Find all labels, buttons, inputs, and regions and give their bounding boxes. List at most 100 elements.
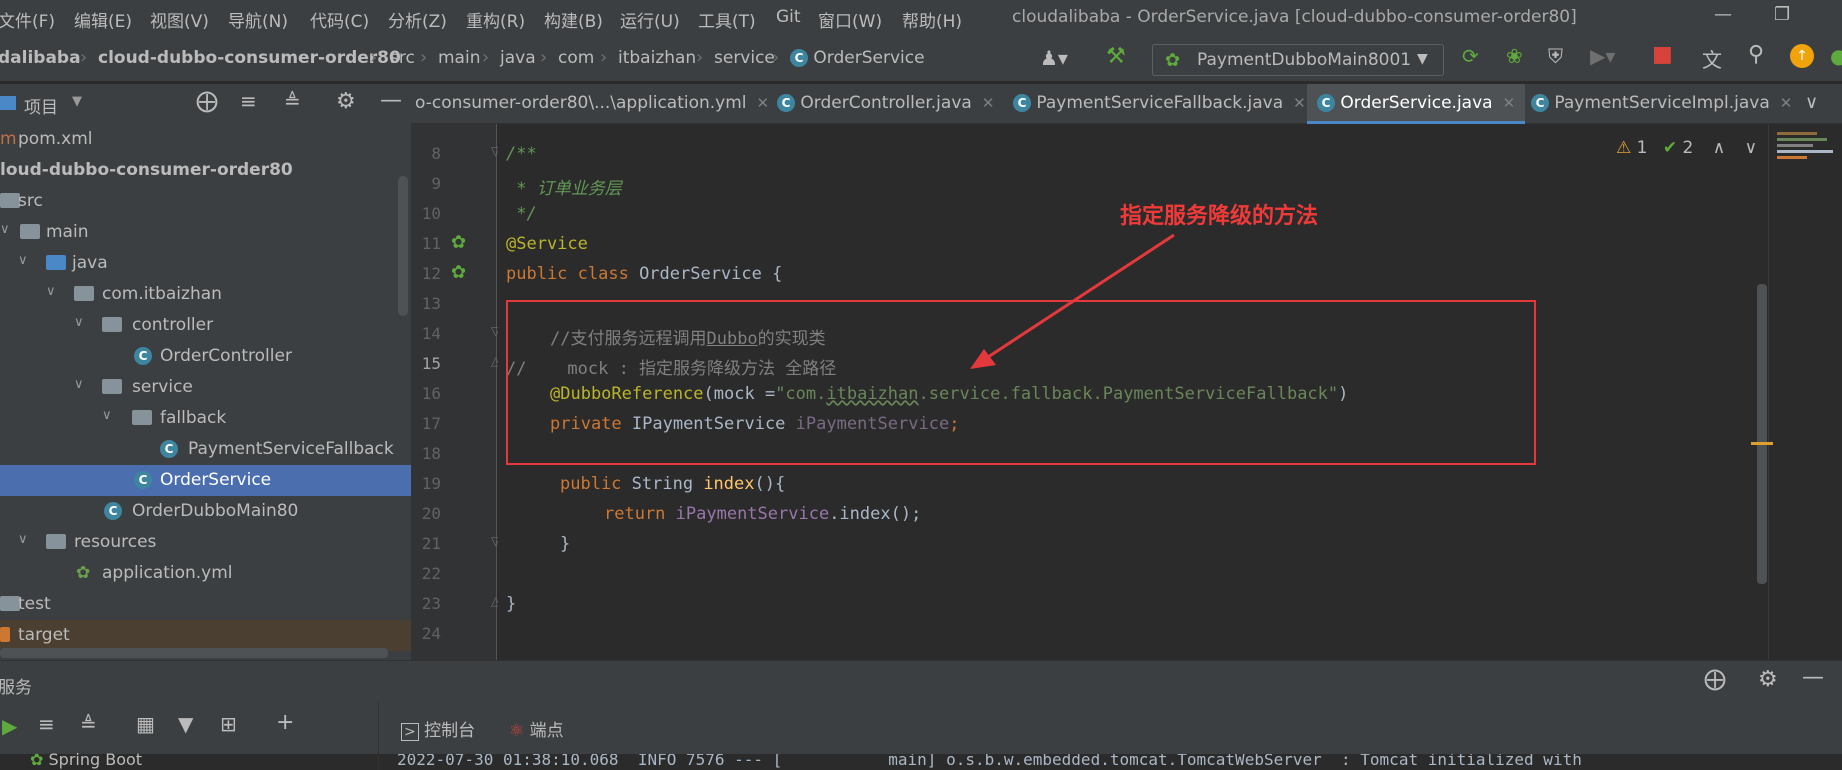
chevron-down-icon[interactable]: ∨: [0, 222, 10, 237]
tree-item-orderdubbomain80[interactable]: C OrderDubboMain80: [0, 496, 411, 527]
restore-icon[interactable]: ❐: [1774, 4, 1790, 25]
debug-icon[interactable]: ❀: [1506, 44, 1523, 68]
filter-icon[interactable]: ▼: [178, 712, 193, 736]
breadcrumb-main[interactable]: main: [438, 48, 480, 68]
tree-item-test[interactable]: test: [0, 589, 411, 620]
user-icon[interactable]: ♟▾: [1040, 46, 1068, 70]
hide-icon[interactable]: —: [1802, 665, 1824, 690]
menu-run[interactable]: 运行(U): [620, 7, 680, 32]
menu-navigate[interactable]: 导航(N): [228, 7, 288, 32]
code-minimap[interactable]: [1768, 124, 1842, 660]
console-output[interactable]: 2022-07-30 01:38:10.068 INFO 7576 --- [ …: [378, 754, 1842, 770]
services-tree-item-spring-boot[interactable]: ✿ Spring Boot: [30, 750, 142, 769]
menu-build[interactable]: 构建(B): [544, 7, 603, 32]
collapse-all-icon[interactable]: ≜: [284, 89, 301, 113]
gear-icon[interactable]: ⚙: [1758, 667, 1778, 692]
menu-help[interactable]: 帮助(H): [902, 7, 962, 32]
tree-item-module[interactable]: loud-dubbo-consumer-order80: [0, 155, 411, 186]
stop-icon[interactable]: ■: [1652, 42, 1673, 67]
new-tab-icon[interactable]: ⊞: [220, 712, 237, 736]
collapse-all-icon[interactable]: ≜: [80, 712, 97, 736]
breadcrumb-com[interactable]: com: [558, 48, 594, 68]
add-icon[interactable]: +: [276, 710, 294, 735]
minimize-icon[interactable]: —: [1714, 4, 1732, 25]
rerun-icon[interactable]: ⟳: [1462, 44, 1479, 68]
group-icon[interactable]: ▦: [136, 712, 155, 736]
coverage-icon[interactable]: ⛨: [1548, 44, 1563, 68]
translate-icon[interactable]: 文: [1702, 44, 1722, 73]
chevron-down-icon[interactable]: ∨: [18, 253, 28, 268]
menu-refactor[interactable]: 重构(R): [466, 7, 525, 32]
breadcrumb-module[interactable]: cloud-dubbo-consumer-order80: [98, 48, 401, 68]
tree-item-application-yml[interactable]: ✿ application.yml: [0, 558, 411, 589]
menu-code[interactable]: 代码(C): [310, 7, 369, 32]
menu-tools[interactable]: 工具(T): [698, 7, 756, 32]
tree-item-fallback[interactable]: ∨ fallback: [0, 403, 411, 434]
plugin-icon[interactable]: ●: [1830, 44, 1842, 68]
menu-view[interactable]: 视图(V): [150, 7, 209, 32]
inspection-widget[interactable]: ⚠ 1 ✔ 2 ∧ ∨: [1616, 138, 1757, 158]
spring-bean-icon[interactable]: ✿: [451, 232, 466, 253]
chevron-down-icon[interactable]: ∨: [74, 315, 84, 330]
chevron-down-icon[interactable]: ∨: [1805, 92, 1818, 113]
expand-all-icon[interactable]: ≡: [240, 89, 257, 113]
menu-file[interactable]: 文件(F): [0, 7, 55, 32]
profile-icon[interactable]: ▶▾: [1590, 44, 1615, 68]
chevron-down-icon[interactable]: ∨: [1745, 138, 1757, 158]
tree-item-resources[interactable]: ∨ resources: [0, 527, 411, 558]
tree-item-pom[interactable]: m pom.xml: [0, 124, 411, 155]
breadcrumb-project[interactable]: dalibaba: [0, 48, 81, 68]
tree-item-paymentservicefallback[interactable]: C PaymentServiceFallback: [0, 434, 411, 465]
chevron-down-icon[interactable]: ∨: [18, 532, 28, 547]
close-icon[interactable]: ✕: [982, 94, 995, 112]
tree-item-main[interactable]: ∨ main: [0, 217, 411, 248]
menu-window[interactable]: 窗口(W): [818, 7, 882, 32]
breadcrumb-itbaizhan[interactable]: itbaizhan: [618, 48, 696, 68]
editor-scrollbar[interactable]: [1757, 284, 1767, 584]
tab-application-yml[interactable]: o-consumer-order80\...\application.yml ✕: [415, 84, 769, 124]
chevron-down-icon[interactable]: ∨: [102, 408, 112, 423]
tree-item-ordercontroller[interactable]: C OrderController: [0, 341, 411, 372]
project-tree-scrollbar[interactable]: [398, 176, 408, 316]
project-tree-horizontal-scrollbar[interactable]: [0, 648, 388, 658]
build-hammer-icon[interactable]: ⚒: [1106, 44, 1126, 69]
run-configuration-select[interactable]: ✿ PaymentDubboMain8001 ▼: [1152, 44, 1444, 76]
locate-icon[interactable]: ⨁: [1704, 667, 1726, 692]
search-icon[interactable]: ⚲: [1748, 42, 1764, 67]
tree-item-controller[interactable]: ∨ controller: [0, 310, 411, 341]
menu-git[interactable]: Git: [776, 7, 801, 27]
project-panel-title[interactable]: 项目: [24, 93, 58, 118]
breadcrumb-service[interactable]: service: [714, 48, 775, 68]
update-icon[interactable]: ↑: [1790, 44, 1814, 68]
services-panel-title[interactable]: 服务: [0, 673, 32, 698]
tree-item-com-itbaizhan[interactable]: ∨ com.itbaizhan: [0, 279, 411, 310]
tree-item-src[interactable]: src: [0, 186, 411, 217]
locate-icon[interactable]: ⨁: [196, 89, 218, 114]
tab-paymentserviceimpl[interactable]: C PaymentServiceImpl.java ✕: [1531, 84, 1792, 124]
menu-edit[interactable]: 编辑(E): [74, 7, 132, 32]
tab-ordercontroller[interactable]: C OrderController.java ✕: [777, 84, 994, 124]
gear-icon[interactable]: ⚙: [336, 89, 356, 114]
close-icon[interactable]: ✕: [1293, 94, 1306, 112]
expand-all-icon[interactable]: ≡: [38, 712, 55, 736]
tree-item-orderservice[interactable]: C OrderService: [0, 465, 411, 496]
warning-marker[interactable]: [1751, 442, 1773, 445]
chevron-down-icon[interactable]: ▼: [72, 94, 82, 109]
run-icon[interactable]: ▶: [2, 714, 17, 738]
tree-item-target[interactable]: target: [0, 620, 411, 651]
tab-paymentservicefallback[interactable]: C PaymentServiceFallback.java ✕: [1013, 84, 1306, 124]
breadcrumb-orderservice[interactable]: C OrderService: [790, 48, 925, 68]
tree-item-service[interactable]: ∨ service: [0, 372, 411, 403]
spring-bean-icon[interactable]: ✿: [451, 262, 466, 283]
hide-icon[interactable]: —: [380, 88, 402, 113]
close-icon[interactable]: ✕: [757, 94, 770, 112]
close-icon[interactable]: ✕: [1503, 94, 1516, 112]
chevron-down-icon[interactable]: ∨: [46, 284, 56, 299]
close-icon[interactable]: ✕: [1780, 94, 1793, 112]
tab-console[interactable]: > 控制台: [401, 716, 475, 741]
tree-item-java[interactable]: ∨ java: [0, 248, 411, 279]
chevron-down-icon[interactable]: ∨: [74, 377, 84, 392]
tab-orderservice[interactable]: C OrderService.java ✕: [1307, 84, 1526, 124]
menu-analyze[interactable]: 分析(Z): [388, 7, 447, 32]
chevron-up-icon[interactable]: ∧: [1713, 138, 1725, 158]
